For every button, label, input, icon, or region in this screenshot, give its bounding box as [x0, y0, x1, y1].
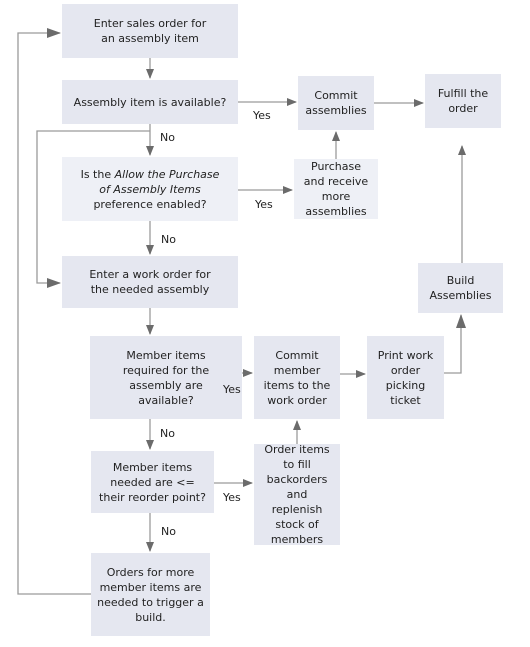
- node-print-picking-ticket: Print work order picking ticket: [367, 336, 444, 419]
- node-label: Enter a work order for the needed assemb…: [89, 268, 211, 296]
- node-label: Order items to fill backorders and reple…: [264, 443, 330, 546]
- node-fulfill-order: Fulfill the order: [425, 74, 501, 128]
- node-assembly-available: Assembly item is available?: [62, 80, 238, 124]
- node-label: Build Assemblies: [429, 274, 492, 302]
- node-commit-assemblies: Commit assemblies: [298, 76, 374, 130]
- label-member-no: No: [160, 427, 175, 440]
- node-enter-sales-order: Enter sales order for an assembly item: [62, 4, 238, 58]
- node-orders-more-members: Orders for more member items are needed …: [91, 553, 210, 636]
- label-prefix: Is the: [80, 167, 115, 181]
- label-reorder-no: No: [161, 525, 176, 538]
- node-label: Print work order picking ticket: [377, 348, 434, 407]
- node-order-items-backorders: Order items to fill backorders and reple…: [254, 443, 340, 546]
- node-member-items-reorder: Member items needed are <= their reorder…: [91, 451, 214, 513]
- label-member-yes: Yes: [223, 383, 241, 396]
- label-available-no: No: [160, 131, 175, 144]
- node-commit-member-items: Commit member items to the work order: [254, 336, 340, 419]
- label-allow-yes: Yes: [255, 198, 273, 211]
- label-available-yes: Yes: [253, 109, 271, 122]
- node-enter-work-order: Enter a work order for the needed assemb…: [62, 256, 238, 308]
- node-label: Enter sales order for an assembly item: [93, 17, 207, 45]
- label-preference-name: Allow the Purchase of Assembly Items: [99, 167, 220, 196]
- node-label: Member items needed are <= their reorder…: [99, 460, 206, 504]
- edge-print-to-build: [444, 314, 466, 374]
- node-label: Assembly item is available?: [73, 95, 227, 109]
- label-suffix: preference enabled?: [93, 197, 207, 211]
- node-label: Commit assemblies: [305, 89, 367, 117]
- node-label: Is the Allow the Purchase of Assembly It…: [68, 167, 232, 212]
- label-reorder-yes: Yes: [223, 491, 241, 504]
- node-label: Purchase and receive more assemblies: [303, 160, 369, 218]
- node-purchase-receive: Purchase and receive more assemblies: [294, 159, 378, 219]
- node-member-items-available: Member items required for the assembly a…: [90, 336, 242, 419]
- node-label: Member items required for the assembly a…: [122, 348, 210, 407]
- node-label: Fulfill the order: [437, 87, 489, 115]
- node-allow-purchase-preference: Is the Allow the Purchase of Assembly It…: [62, 157, 238, 221]
- node-build-assemblies: Build Assemblies: [418, 263, 503, 313]
- node-label: Commit member items to the work order: [263, 348, 331, 407]
- label-allow-no: No: [161, 233, 176, 246]
- node-label: Orders for more member items are needed …: [97, 565, 204, 624]
